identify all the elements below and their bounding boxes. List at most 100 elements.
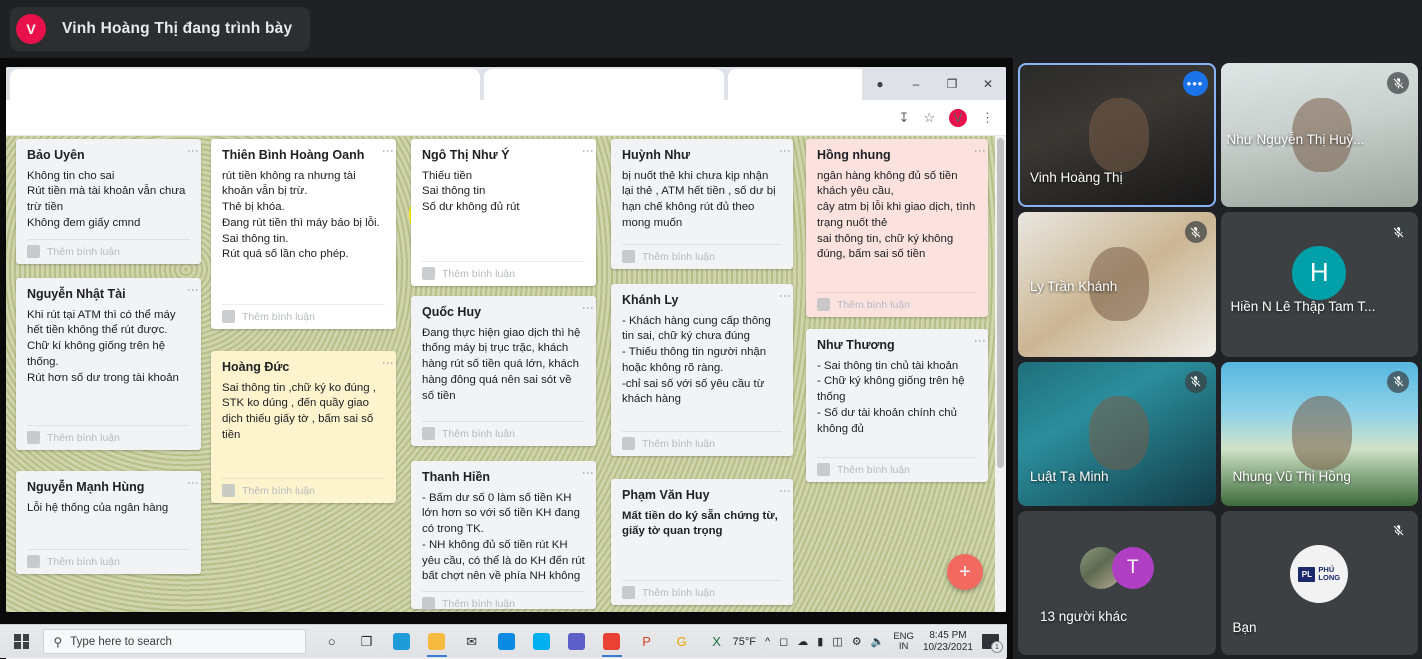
install-app-icon[interactable]: ↧ xyxy=(898,110,909,126)
browser-tab[interactable] xyxy=(484,69,724,100)
add-comment-row[interactable]: Thêm bình luận xyxy=(817,292,977,311)
add-comment-row[interactable]: Thêm bình luận xyxy=(622,431,782,450)
add-comment-row[interactable]: Thêm bình luận xyxy=(622,244,782,263)
participant-tile[interactable]: Luật Tạ Minh xyxy=(1018,361,1216,506)
scrollbar-thumb[interactable] xyxy=(997,138,1004,468)
note-author: Như Thương xyxy=(817,338,895,352)
file-explorer-icon[interactable] xyxy=(421,627,453,657)
add-comment-row[interactable]: Thêm bình luận xyxy=(622,580,782,599)
note-menu-icon[interactable]: ⋮ xyxy=(581,302,595,314)
sticky-note[interactable]: ⋮ Như Thương - Sai thông tin chủ tài khoản… xyxy=(806,329,988,482)
minimize-icon[interactable]: – xyxy=(898,77,934,91)
participant-tile[interactable]: H Hiền N Lê Thập Tam T... xyxy=(1220,212,1418,357)
participant-tile[interactable]: ••• Vinh Hoàng Thị xyxy=(1018,63,1216,208)
sticky-note[interactable]: ⋮ Ngô Thị Như Ý Thiếu tiền Sai thông tin S… xyxy=(411,139,596,286)
volume-icon[interactable]: 🔈 xyxy=(871,635,885,648)
note-menu-icon[interactable]: ⋮ xyxy=(778,485,792,497)
note-menu-icon[interactable]: ⋮ xyxy=(973,335,987,347)
skype-icon[interactable] xyxy=(526,627,558,657)
add-comment-row[interactable]: Thêm bình luận xyxy=(422,261,585,280)
note-menu-icon[interactable]: ⋮ xyxy=(581,145,595,157)
logo-monogram: PL xyxy=(1298,566,1316,582)
cortana-icon[interactable]: ○ xyxy=(316,627,348,657)
note-menu-icon[interactable]: ⋮ xyxy=(778,290,792,302)
vertical-scrollbar[interactable] xyxy=(995,136,1006,612)
toolbar-icons[interactable]: ↧ ☆ V ⋮ xyxy=(898,108,1006,127)
browser-menu-icon[interactable]: ⋮ xyxy=(981,110,994,126)
sticky-note[interactable]: ⋮ Quốc Huy Đang thực hiện giao dịch thì hệ… xyxy=(411,296,596,446)
settings-icon[interactable]: ● xyxy=(862,77,898,91)
start-button[interactable] xyxy=(0,634,43,649)
sticky-note[interactable]: ⋮ Bảo Uyên Không tin cho sai Rút tiền mà t… xyxy=(16,139,201,264)
sticky-note[interactable]: ⋮ Hoàng Đức Sai thông tin ,chữ ký ko đúng … xyxy=(211,351,396,503)
add-comment-row[interactable]: Thêm bình luận xyxy=(222,304,385,323)
participant-tile[interactable]: T 13 người khác xyxy=(1018,510,1216,655)
bookmark-star-icon[interactable]: ☆ xyxy=(923,110,935,126)
windows-taskbar[interactable]: ⚲ Type here to search ○ ❐ ✉ P G X 75°F ^ ◻ ☁ … xyxy=(0,624,1007,658)
sticky-note[interactable]: ⋮ Thiên Bình Hoàng Oanh rút tiền không ra … xyxy=(211,139,396,329)
browser-window[interactable]: ● – ❐ ✕ ↧ ☆ V ⋮ + ⋮ Bảo Uyên Không tin c… xyxy=(6,67,1006,612)
add-comment-row[interactable]: Thêm bình luận xyxy=(222,478,385,497)
participant-tile[interactable]: Như Nguyễn Thị Huỳ... xyxy=(1220,63,1418,208)
add-comment-row[interactable]: Thêm bình luận xyxy=(27,425,190,444)
note-menu-icon[interactable]: ⋮ xyxy=(381,145,395,157)
participant-tile[interactable]: PL PHÚ LONG Bạn xyxy=(1220,510,1418,655)
taskbar-clock[interactable]: 8:45 PM 10/23/2021 xyxy=(923,630,973,653)
browser-tab[interactable] xyxy=(10,69,480,100)
edge-icon[interactable] xyxy=(386,627,418,657)
battery-icon[interactable]: ▮ xyxy=(817,635,823,648)
mail-icon[interactable]: ✉ xyxy=(456,627,488,657)
note-menu-icon[interactable]: ⋮ xyxy=(581,467,595,479)
sticky-note[interactable]: ⋮ Phạm Văn Huy Mất tiền do ký sẵn chứng từ… xyxy=(611,479,793,605)
chrome-icon[interactable] xyxy=(596,627,628,657)
zalo-icon[interactable] xyxy=(491,627,523,657)
participant-rail[interactable]: ••• Vinh Hoàng Thị Như Nguyễn Thị Huỳ... Ly… xyxy=(1013,58,1422,659)
participant-tile[interactable]: Ly Trần Khánh xyxy=(1018,212,1216,357)
add-comment-row[interactable]: Thêm bình luận xyxy=(27,549,190,568)
network-icon[interactable]: ⚙ xyxy=(852,635,862,648)
sticky-note[interactable]: ⋮ Huỳnh Như bị nuốt thẻ khi chưa kịp nhận … xyxy=(611,139,793,269)
add-comment-row[interactable]: Thêm bình luận xyxy=(422,591,585,611)
more-options-button[interactable]: ••• xyxy=(1182,71,1208,96)
language-indicator[interactable]: ENG IN xyxy=(893,631,914,652)
show-hidden-icons-chevron[interactable]: ^ xyxy=(765,636,770,648)
powerpoint-icon[interactable]: P xyxy=(631,627,663,657)
maximize-icon[interactable]: ❐ xyxy=(934,77,970,91)
add-comment-row[interactable]: Thêm bình luận xyxy=(27,239,190,258)
excel-icon[interactable]: X xyxy=(701,627,733,657)
note-menu-icon[interactable]: ⋮ xyxy=(778,145,792,157)
cloud-icon[interactable]: ☁ xyxy=(797,635,808,648)
shared-screen-region[interactable]: ● – ❐ ✕ ↧ ☆ V ⋮ + ⋮ Bảo Uyên Không tin c… xyxy=(0,58,1013,659)
taskbar-app-list[interactable]: ○ ❐ ✉ P G X xyxy=(316,627,733,657)
sticky-note[interactable]: ⋮ Thanh Hiền - Bấm dư số 0 làm số tiền KH … xyxy=(411,461,596,611)
add-note-button[interactable]: + xyxy=(947,554,983,590)
browser-toolbar[interactable]: ↧ ☆ V ⋮ xyxy=(6,100,1006,136)
note-menu-icon[interactable]: ⋮ xyxy=(381,357,395,369)
task-view-icon[interactable]: ❐ xyxy=(351,627,383,657)
note-menu-icon[interactable]: ⋮ xyxy=(186,284,200,296)
note-menu-icon[interactable]: ⋮ xyxy=(973,145,987,157)
profile-avatar-icon[interactable]: V xyxy=(949,108,967,127)
browser-tab-strip[interactable]: ● – ❐ ✕ xyxy=(6,67,1006,100)
system-tray[interactable]: 75°F ^ ◻ ☁ ▮ ◫ ⚙ 🔈 ENG IN 8:45 PM 10/23/… xyxy=(733,630,1007,653)
onedrive-sync-icon[interactable]: ◻ xyxy=(779,635,788,648)
sticky-note[interactable]: ⋮ Khánh Ly - Khách hàng cung cấp thông tin… xyxy=(611,284,793,456)
note-menu-icon[interactable]: ⋮ xyxy=(186,145,200,157)
usb-device-icon[interactable]: ◫ xyxy=(832,635,842,648)
close-icon[interactable]: ✕ xyxy=(970,77,1006,91)
add-comment-row[interactable]: Thêm bình luận xyxy=(817,457,977,476)
note-menu-icon[interactable]: ⋮ xyxy=(186,477,200,489)
chrome-icon-glyph xyxy=(603,633,621,650)
add-comment-row[interactable]: Thêm bình luận xyxy=(422,421,585,440)
sticky-note[interactable]: ⋮ Nguyễn Nhật Tài Khi rút tại ATM thì có t… xyxy=(16,278,201,450)
sticky-note[interactable]: ⋮ Nguyễn Mạnh Hùng Lỗi hệ thống của ngân h… xyxy=(16,471,201,574)
jamboard-canvas[interactable]: + ⋮ Bảo Uyên Không tin cho sai Rút tiền mà… xyxy=(6,136,1006,612)
app-g-icon[interactable]: G xyxy=(666,627,698,657)
sticky-note[interactable]: ⋮ Hồng nhung ngân hàng không đủ số tiền kh… xyxy=(806,139,988,317)
notification-center-icon[interactable]: 1 xyxy=(982,634,1003,653)
taskbar-search-input[interactable]: ⚲ Type here to search xyxy=(43,629,306,654)
window-controls[interactable]: ● – ❐ ✕ xyxy=(862,67,1006,100)
presenter-chip[interactable]: V Vinh Hoàng Thị đang trình bày xyxy=(10,7,311,51)
teams-icon[interactable] xyxy=(561,627,593,657)
participant-tile[interactable]: Nhung Vũ Thị Hồng xyxy=(1220,361,1418,506)
